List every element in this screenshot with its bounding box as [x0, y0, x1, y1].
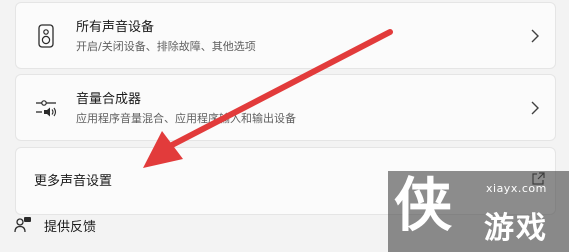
- site-watermark: 侠 xiayx.com 游戏: [388, 171, 569, 252]
- all-sound-devices-title: 所有声音设备: [76, 20, 155, 35]
- give-feedback-link[interactable]: 提供反馈: [14, 214, 96, 236]
- watermark-site: xiayx.com: [486, 182, 547, 195]
- feedback-person-icon: [14, 216, 32, 234]
- speaker-icon: [35, 23, 57, 49]
- chevron-right-icon: [529, 100, 541, 116]
- volume-mixer-title: 音量合成器: [76, 92, 142, 107]
- watermark-glyph: 侠: [394, 171, 453, 239]
- more-sound-settings-title: 更多声音设置: [34, 174, 113, 189]
- volume-mixer-card[interactable]: 音量合成器 应用程序音量混合、应用程序输入和输出设备: [15, 74, 556, 141]
- all-sound-devices-subtitle: 开启/关闭设备、排除故障、其他选项: [76, 40, 256, 53]
- chevron-right-icon: [529, 28, 541, 44]
- volume-mixer-subtitle: 应用程序音量混合、应用程序输入和输出设备: [76, 112, 296, 125]
- watermark-brand: 游戏: [484, 211, 548, 246]
- mixer-slider-icon: [35, 95, 57, 121]
- give-feedback-label: 提供反馈: [44, 219, 97, 235]
- all-sound-devices-card[interactable]: 所有声音设备 开启/关闭设备、排除故障、其他选项: [15, 2, 556, 69]
